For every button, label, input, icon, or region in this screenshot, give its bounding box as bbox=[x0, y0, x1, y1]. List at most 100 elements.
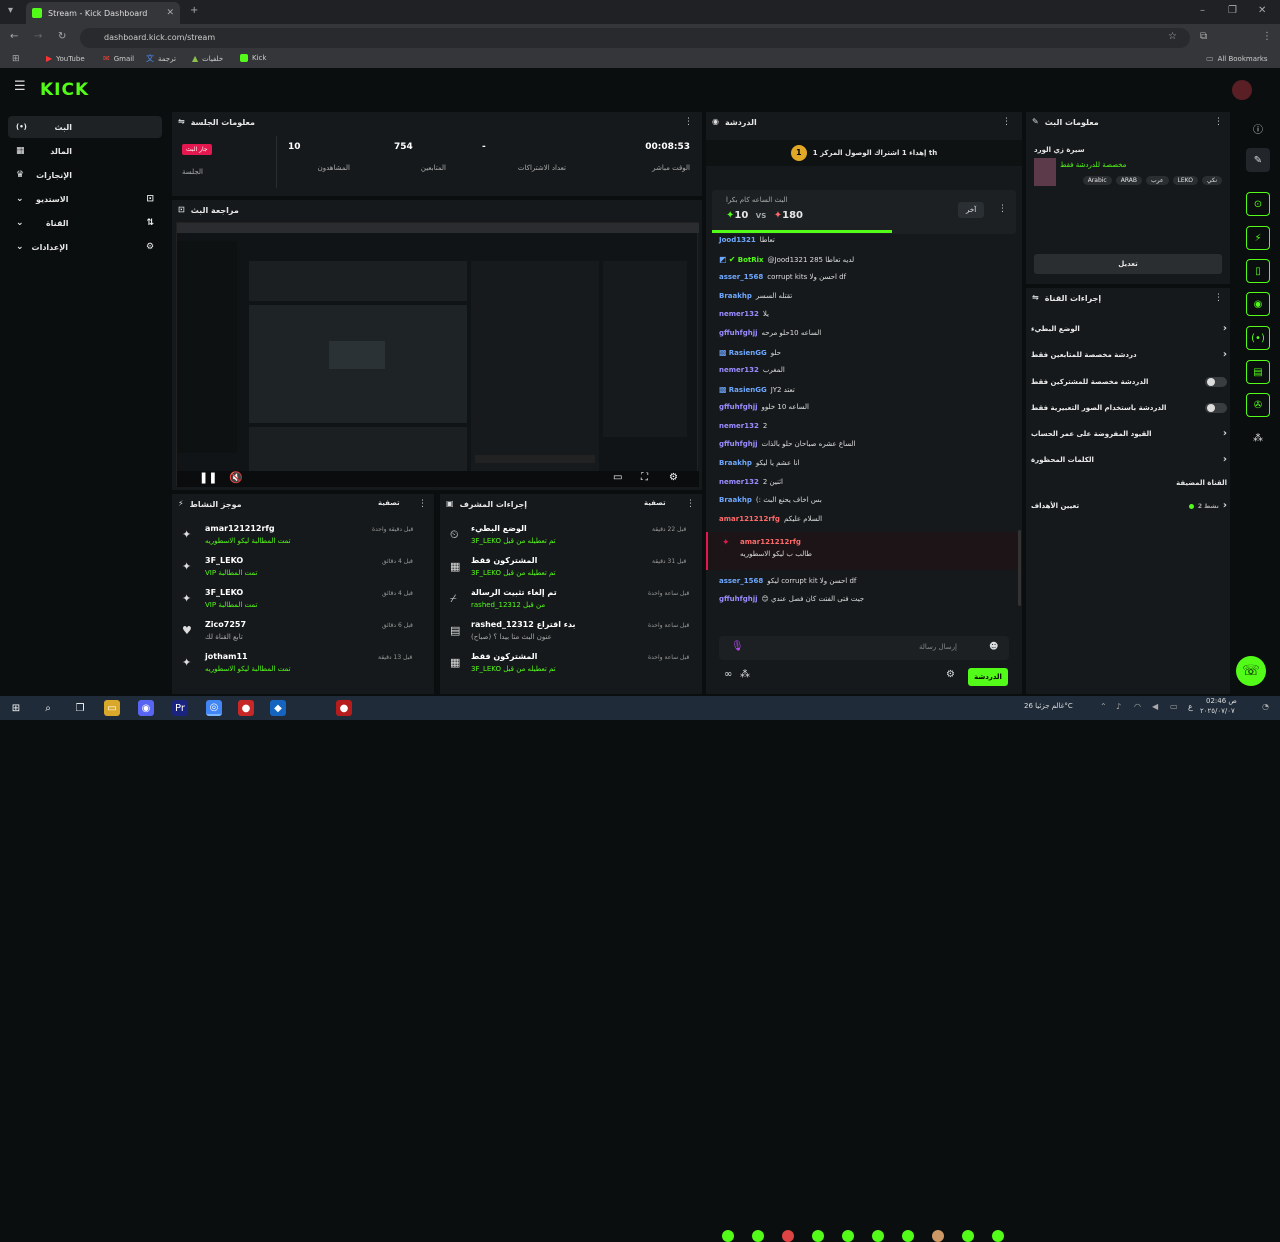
windows-start-icon[interactable]: ⊞ bbox=[8, 700, 24, 716]
kick-logo[interactable]: KICK bbox=[40, 80, 89, 100]
mute-icon[interactable]: 🔇 bbox=[229, 472, 243, 483]
wrench-icon[interactable]: ✇ bbox=[1246, 393, 1270, 417]
nav-studio[interactable]: ⌄ الاستديو ⊡ bbox=[8, 188, 162, 210]
discord-icon[interactable]: ◉ bbox=[138, 700, 154, 716]
emotes-only-toggle[interactable] bbox=[1205, 403, 1227, 413]
chat-scrollbar[interactable] bbox=[1018, 530, 1021, 606]
emote-icon[interactable] bbox=[992, 1230, 1004, 1242]
setting-account-age[interactable]: القيود المفروضة على عمر الحساب › bbox=[1031, 429, 1227, 439]
more-options-icon[interactable]: ⋮ bbox=[418, 499, 427, 509]
document-icon[interactable]: ▯ bbox=[1246, 259, 1270, 283]
chrome-icon[interactable]: ◎ bbox=[206, 700, 222, 716]
emote-icon[interactable] bbox=[722, 1230, 734, 1242]
volume-icon[interactable]: ◀ bbox=[1152, 702, 1158, 712]
chat-icon[interactable]: ◉ bbox=[1246, 292, 1270, 316]
all-bookmarks[interactable]: ▭ All Bookmarks bbox=[1206, 54, 1268, 64]
more-options-icon[interactable]: ⋮ bbox=[686, 499, 695, 509]
user-avatar[interactable] bbox=[1232, 80, 1252, 100]
more-options-icon[interactable]: ⋮ bbox=[684, 117, 693, 127]
maximize-icon[interactable]: ❐ bbox=[1228, 6, 1237, 16]
notifications-icon[interactable]: ◔ bbox=[1262, 702, 1269, 712]
lightning-icon[interactable]: ⚡ bbox=[1246, 226, 1270, 250]
more-options-icon[interactable]: ⋮ bbox=[1214, 293, 1223, 303]
more-options-icon[interactable]: ⋮ bbox=[1214, 117, 1223, 127]
emote-icon[interactable] bbox=[842, 1230, 854, 1242]
theater-mode-icon[interactable]: ▭ bbox=[613, 473, 622, 483]
subscribers-only-toggle[interactable] bbox=[1205, 377, 1227, 387]
minimize-icon[interactable]: – bbox=[1200, 6, 1205, 16]
support-chat-button[interactable]: ☏ bbox=[1236, 656, 1266, 686]
setting-goals[interactable]: تعيين الأهداف نشط 2 › bbox=[1031, 501, 1227, 511]
stream-category[interactable]: مخصصة للدردشة فقط bbox=[1034, 161, 1126, 169]
info-icon[interactable]: ⓘ bbox=[1246, 116, 1270, 140]
emote-icon[interactable] bbox=[932, 1230, 944, 1242]
bookmark-gmail[interactable]: ✉ Gmail bbox=[103, 54, 134, 64]
fullscreen-icon[interactable]: ⛶ bbox=[641, 473, 648, 483]
apps-grid-icon[interactable]: ⊞ bbox=[12, 54, 20, 64]
tab-list-icon[interactable]: ▾ bbox=[8, 6, 13, 16]
gear-icon[interactable]: ⚙ bbox=[946, 670, 955, 680]
group-icon[interactable]: ⁂ bbox=[740, 670, 750, 680]
file-explorer-icon[interactable]: ▭ bbox=[104, 700, 120, 716]
hamburger-menu-icon[interactable]: ☰ bbox=[14, 80, 26, 93]
new-tab-icon[interactable]: + bbox=[190, 6, 198, 16]
pause-icon[interactable]: ❚❚ bbox=[199, 472, 217, 483]
emote-icon[interactable] bbox=[752, 1230, 764, 1242]
subscription-goal-banner[interactable]: 1 إهداء 1 اشتراك الوصول المركز 1 th bbox=[706, 140, 1022, 166]
weather-widget[interactable]: غالم جزئيا 26°C bbox=[1024, 702, 1073, 710]
layers-icon[interactable]: ▤ bbox=[1246, 360, 1270, 384]
more-options-icon[interactable]: ⋮ bbox=[998, 204, 1007, 214]
bookmark-star-icon[interactable]: ☆ bbox=[1168, 32, 1177, 42]
edit-stream-info-button[interactable]: تعديل bbox=[1034, 254, 1222, 274]
clock-time[interactable]: 02:46 ص bbox=[1206, 697, 1237, 705]
extensions-icon[interactable]: ⧉ bbox=[1200, 32, 1207, 42]
input-language[interactable]: ع bbox=[1188, 702, 1193, 711]
address-bar[interactable]: dashboard.kick.com/stream bbox=[80, 28, 1190, 48]
emote-icon[interactable] bbox=[872, 1230, 884, 1242]
infinity-icon[interactable]: ∞ bbox=[724, 670, 732, 680]
back-icon[interactable]: ← bbox=[10, 32, 18, 42]
wifi-icon[interactable]: ◠ bbox=[1134, 702, 1141, 712]
broadcast-icon[interactable]: (•) bbox=[1246, 326, 1270, 350]
chevron-up-icon[interactable]: ⌃ bbox=[1100, 702, 1107, 712]
poll-action-button[interactable]: آخر bbox=[958, 202, 985, 218]
nav-channel[interactable]: ⌄ القناة ⇅ bbox=[8, 212, 162, 234]
filter-button[interactable]: تصفية bbox=[378, 499, 400, 507]
chat-input-field[interactable]: 🎙 إرسال رسالة ☻ bbox=[719, 636, 1009, 660]
reload-icon[interactable]: ↻ bbox=[58, 32, 66, 42]
bookmark-kick[interactable]: Kick bbox=[240, 54, 266, 62]
microphone-icon[interactable]: ♪ bbox=[1116, 702, 1121, 712]
gear-icon[interactable]: ⚙ bbox=[669, 473, 678, 483]
bookmark-translate[interactable]: 文 ترجمة bbox=[146, 54, 176, 64]
app-icon[interactable]: ● bbox=[336, 700, 352, 716]
stream-video[interactable]: ❚❚ 🔇 ▭ ⛶ ⚙ bbox=[176, 222, 699, 487]
nav-stream[interactable]: (•) البث bbox=[8, 116, 162, 138]
forward-icon[interactable]: → bbox=[34, 32, 42, 42]
emoji-icon[interactable]: ☻ bbox=[989, 642, 998, 652]
setting-banned-words[interactable]: الكلمات المحظورة › bbox=[1031, 455, 1227, 465]
nav-library[interactable]: ▦ المالد bbox=[8, 140, 162, 162]
bookmark-youtube[interactable]: ▶ YouTube bbox=[46, 54, 85, 64]
send-chat-button[interactable]: الدردشة bbox=[968, 668, 1008, 686]
camera-icon[interactable]: ⊙ bbox=[1246, 192, 1270, 216]
close-tab-icon[interactable]: ✕ bbox=[166, 8, 174, 18]
pencil-icon[interactable]: ✎ bbox=[1246, 148, 1270, 172]
filter-button[interactable]: تصفية bbox=[644, 499, 666, 507]
premiere-icon[interactable]: Pr bbox=[172, 700, 188, 716]
emote-icon[interactable] bbox=[812, 1230, 824, 1242]
setting-slow-mode[interactable]: الوضع البطيء › bbox=[1031, 324, 1227, 334]
clock-date[interactable]: ٢٠٢٥/٠٧/٠٧ bbox=[1200, 707, 1235, 715]
close-window-icon[interactable]: ✕ bbox=[1258, 6, 1266, 16]
bookmark-wallpapers[interactable]: ▲ خلفيات bbox=[192, 54, 223, 64]
search-icon[interactable]: ⌕ bbox=[40, 700, 56, 716]
obs-icon[interactable]: ● bbox=[238, 700, 254, 716]
app-icon[interactable]: ◆ bbox=[270, 700, 286, 716]
emote-icon[interactable] bbox=[962, 1230, 974, 1242]
microphone-icon[interactable]: 🎙 bbox=[731, 642, 744, 652]
setting-followers-only[interactable]: دردشة مخصصة للمتابعين فقط › bbox=[1031, 350, 1227, 360]
browser-menu-icon[interactable]: ⋮ bbox=[1262, 32, 1272, 42]
nav-achievements[interactable]: ♛ الإنجازات bbox=[8, 164, 162, 186]
group-icon[interactable]: ⁂ bbox=[1246, 426, 1270, 450]
task-view-icon[interactable]: ❐ bbox=[72, 700, 88, 716]
more-options-icon[interactable]: ⋮ bbox=[1002, 117, 1011, 127]
